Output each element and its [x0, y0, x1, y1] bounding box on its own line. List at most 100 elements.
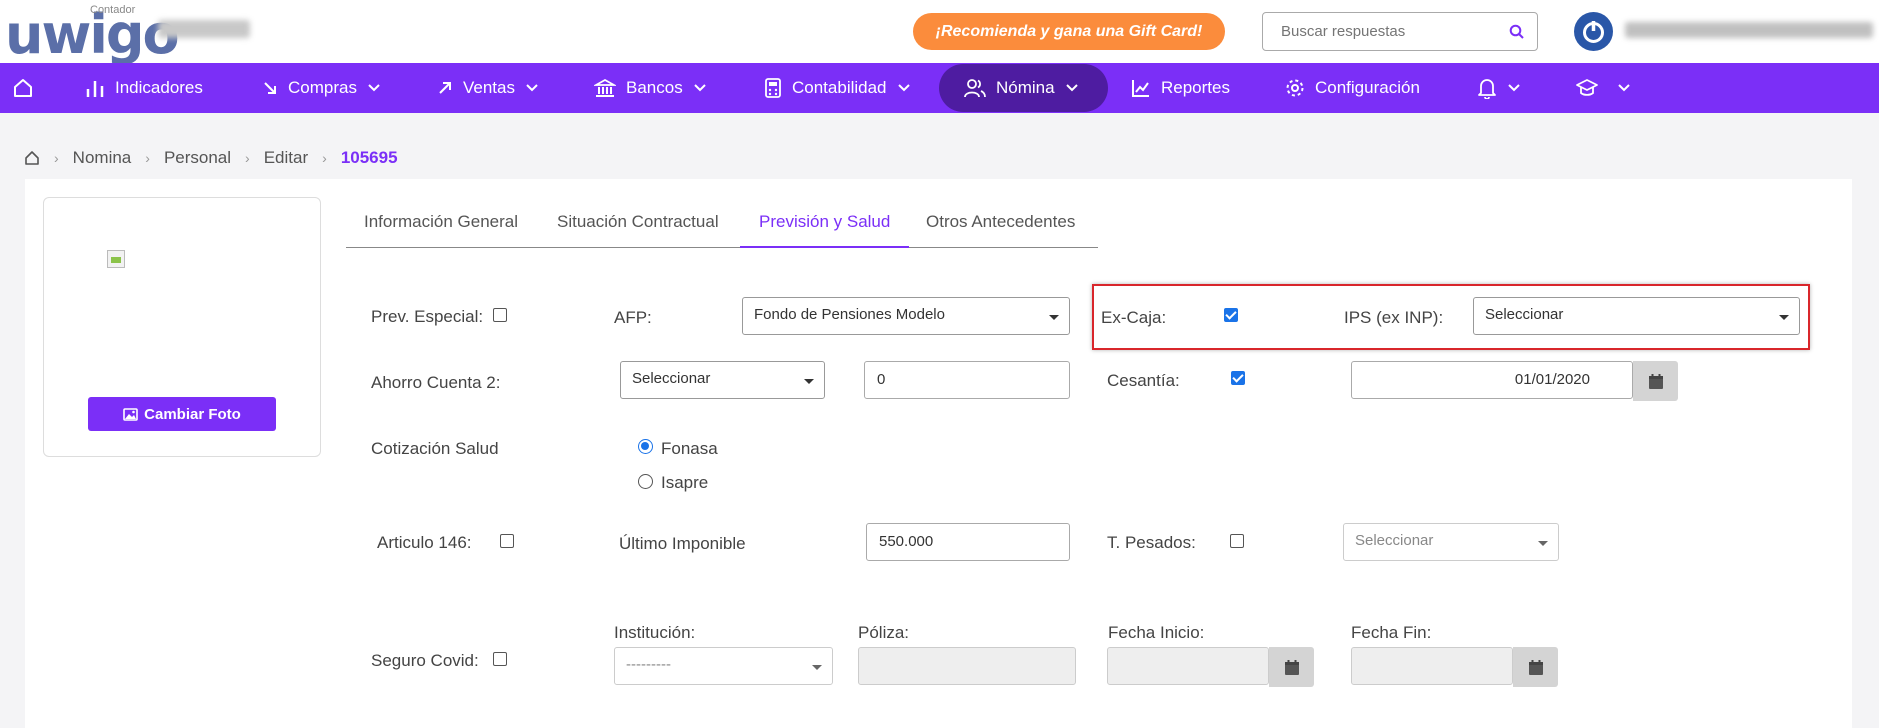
user-name-blurred[interactable]	[1625, 22, 1873, 38]
tab-informacion-general[interactable]: Información General	[364, 205, 518, 248]
fecha-inicio-input[interactable]	[1107, 647, 1269, 685]
top-header: uwigo Contador ¡Recomienda y gana una Gi…	[0, 0, 1879, 63]
tab-bar: Información General Situación Contractua…	[346, 205, 1098, 248]
home-icon[interactable]	[24, 150, 40, 166]
company-name-blurred[interactable]	[158, 20, 250, 38]
nav-bancos[interactable]: Bancos	[594, 63, 707, 113]
nav-home[interactable]	[12, 63, 34, 113]
breadcrumb-separator: ›	[54, 150, 59, 166]
nav-academy[interactable]	[1575, 63, 1631, 113]
calendar-icon	[1528, 659, 1543, 675]
ultimo-imponible-label: Último Imponible	[619, 534, 746, 553]
tab-otros-antecedentes[interactable]: Otros Antecedentes	[926, 205, 1075, 248]
ultimo-imponible-input[interactable]: 550.000	[866, 523, 1070, 561]
nav-configuracion[interactable]: Configuración	[1285, 63, 1420, 113]
articulo-146-label: Articulo 146:	[377, 533, 472, 552]
nav-contabilidad[interactable]: Contabilidad	[764, 63, 911, 113]
ahorro-amount-input[interactable]: 0	[864, 361, 1070, 399]
cesantia-date-input[interactable]: 01/01/2020	[1351, 361, 1633, 399]
cotizacion-salud-label: Cotización Salud	[371, 439, 499, 458]
search-box	[1262, 12, 1538, 51]
tab-situacion-contractual[interactable]: Situación Contractual	[557, 205, 719, 248]
logo-word: uwigo	[5, 3, 180, 66]
nav-reportes[interactable]: Reportes	[1131, 63, 1230, 113]
prev-especial-checkbox[interactable]	[493, 308, 507, 322]
nav-label: Indicadores	[115, 78, 203, 97]
chevron-down-icon	[1508, 84, 1520, 92]
chevron-down-icon	[1065, 84, 1078, 92]
ips-label: IPS (ex INP):	[1344, 308, 1444, 327]
nav-ventas[interactable]: Ventas	[437, 63, 539, 113]
afp-value: Fondo de Pensiones Modelo	[754, 306, 945, 323]
breadcrumb-editar[interactable]: Editar	[264, 148, 308, 168]
gift-card-promo-button[interactable]: ¡Recomienda y gana una Gift Card!	[913, 13, 1225, 50]
poliza-input[interactable]	[858, 647, 1076, 685]
seguro-covid-checkbox[interactable]	[493, 652, 507, 666]
nav-label: Configuración	[1315, 78, 1420, 97]
nav-compras[interactable]: Compras	[262, 63, 381, 113]
chevron-down-icon	[368, 84, 380, 92]
nav-indicadores[interactable]: Indicadores	[85, 63, 203, 113]
ahorro-label: Ahorro Cuenta 2:	[371, 373, 501, 392]
photo-panel: Cambiar Foto	[43, 197, 321, 457]
institucion-select[interactable]: ---------	[614, 647, 833, 685]
caret-down-icon	[804, 379, 814, 384]
tab-prevision-salud[interactable]: Previsión y Salud	[740, 205, 910, 248]
ahorro-select[interactable]: Seleccionar	[620, 361, 825, 399]
power-icon[interactable]	[1574, 12, 1613, 51]
fecha-fin-label: Fecha Fin:	[1351, 623, 1432, 642]
nav-label: Bancos	[626, 78, 683, 97]
logo-subtitle: Contador	[90, 4, 136, 16]
fonasa-radio[interactable]	[638, 439, 653, 454]
ex-caja-label: Ex-Caja:	[1101, 308, 1167, 327]
isapre-radio[interactable]	[638, 474, 653, 489]
fonasa-label: Fonasa	[661, 439, 718, 458]
afp-select[interactable]: Fondo de Pensiones Modelo	[742, 297, 1070, 335]
prev-especial-label: Prev. Especial:	[371, 307, 484, 326]
nav-notifications[interactable]	[1477, 63, 1521, 113]
calculator-icon	[765, 78, 781, 98]
afp-label: AFP:	[614, 308, 652, 327]
main-nav: Indicadores Compras Ventas Bancos Contab…	[0, 63, 1879, 113]
arrow-up-right-icon	[439, 82, 451, 94]
change-photo-button[interactable]: Cambiar Foto	[88, 397, 276, 431]
articulo-146-checkbox[interactable]	[500, 534, 514, 548]
breadcrumb: › Nomina › Personal › Editar › 105695	[24, 146, 398, 170]
chevron-down-icon	[526, 84, 538, 92]
nav-label: Reportes	[1161, 78, 1230, 97]
caret-down-icon	[1538, 541, 1548, 546]
nav-label: Contabilidad	[792, 78, 887, 97]
breadcrumb-separator: ›	[245, 150, 250, 166]
search-icon[interactable]	[1509, 24, 1525, 40]
t-pesados-select[interactable]: Seleccionar	[1343, 523, 1559, 561]
users-icon	[964, 79, 986, 98]
image-icon	[123, 407, 138, 421]
nav-label: Nómina	[996, 78, 1055, 97]
t-pesados-value: Seleccionar	[1355, 532, 1434, 549]
graduation-cap-icon	[1576, 79, 1598, 96]
bar-chart-icon	[86, 81, 104, 97]
fecha-inicio-calendar-button[interactable]	[1269, 647, 1314, 687]
t-pesados-checkbox[interactable]	[1230, 534, 1244, 548]
caret-down-icon	[1049, 315, 1059, 320]
ahorro-select-value: Seleccionar	[632, 370, 711, 387]
nav-nomina[interactable]: Nómina	[939, 64, 1108, 112]
breadcrumb-nomina[interactable]: Nomina	[73, 148, 132, 168]
isapre-label: Isapre	[661, 473, 709, 492]
line-chart-icon	[1132, 80, 1149, 97]
t-pesados-label: T. Pesados:	[1107, 533, 1196, 552]
cesantia-calendar-button[interactable]	[1633, 361, 1678, 401]
chevron-down-icon	[1618, 84, 1630, 92]
ips-select[interactable]: Seleccionar	[1473, 297, 1800, 335]
cesantia-checkbox[interactable]	[1231, 371, 1245, 385]
ex-caja-checkbox[interactable]	[1224, 308, 1238, 322]
search-input[interactable]	[1263, 13, 1488, 50]
calendar-icon	[1648, 373, 1663, 389]
breadcrumb-personal[interactable]: Personal	[164, 148, 231, 168]
calendar-icon	[1284, 659, 1299, 675]
home-icon	[14, 79, 32, 97]
fecha-fin-calendar-button[interactable]	[1513, 647, 1558, 687]
poliza-label: Póliza:	[858, 623, 910, 642]
fecha-fin-input[interactable]	[1351, 647, 1513, 685]
change-photo-label: Cambiar Foto	[144, 405, 241, 423]
